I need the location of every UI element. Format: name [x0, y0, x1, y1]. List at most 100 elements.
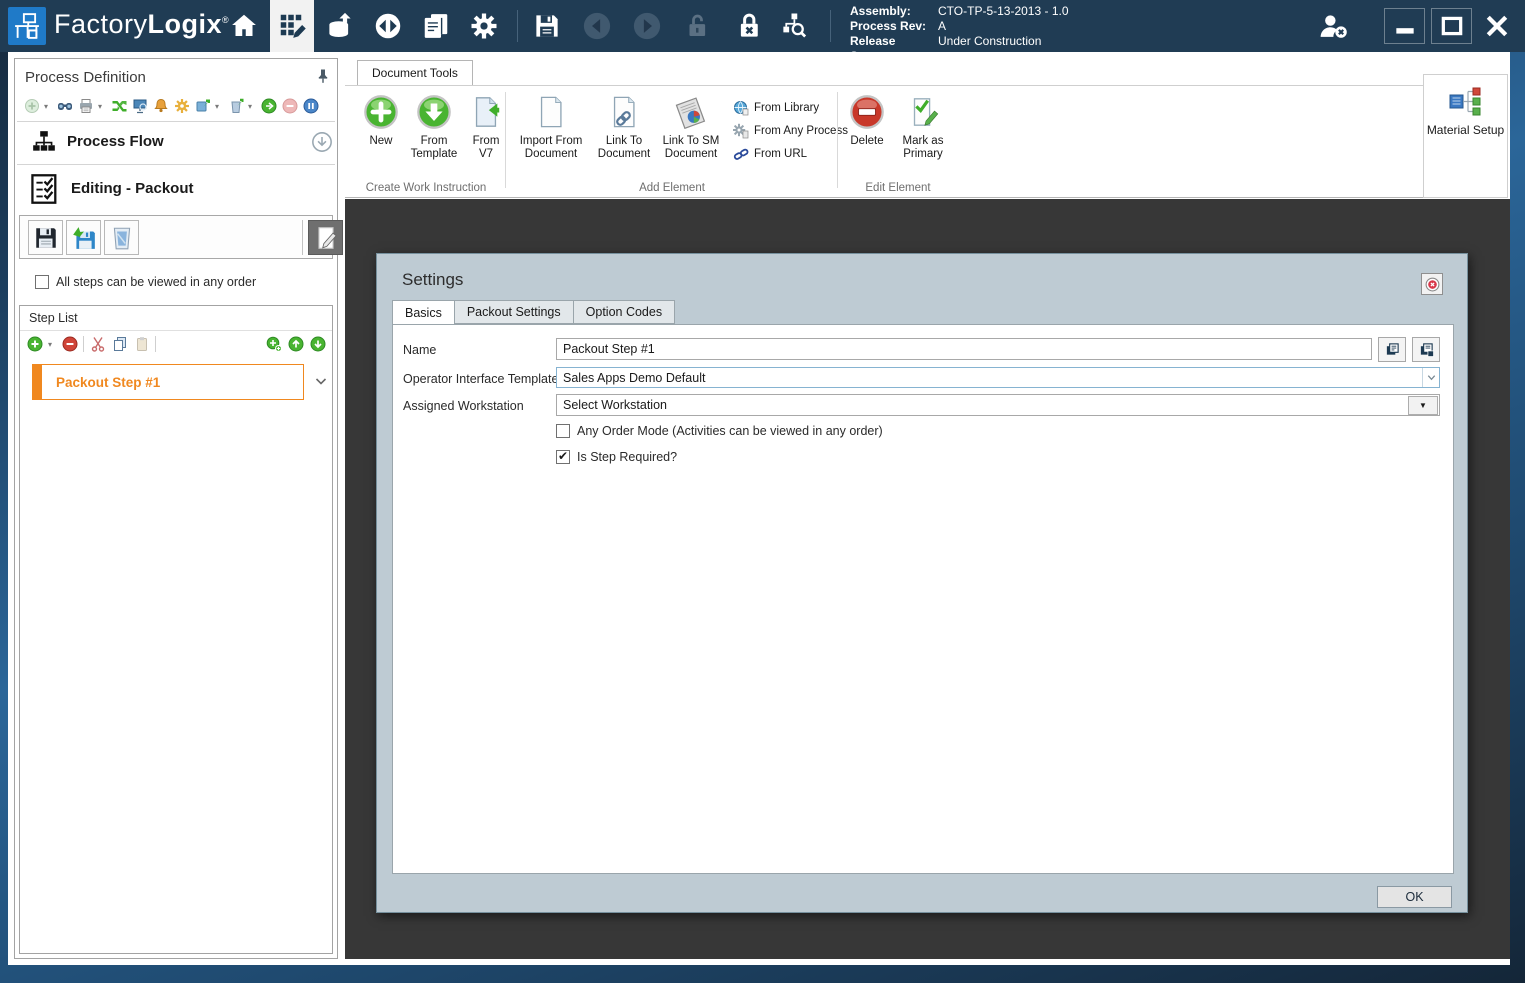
- lock-revision-button[interactable]: [727, 0, 771, 52]
- add-step-caret[interactable]: ▾: [48, 340, 56, 349]
- revert-step-button[interactable]: [66, 220, 101, 255]
- panel-title: Process Definition: [25, 69, 146, 86]
- cut-icon[interactable]: [89, 336, 106, 353]
- edit-group-label: Edit Element: [839, 182, 957, 194]
- move-step-down-icon[interactable]: [309, 336, 326, 353]
- chevron-down-icon[interactable]: [1422, 368, 1439, 387]
- pin-icon[interactable]: [315, 68, 331, 84]
- from-url-button[interactable]: From URL: [733, 146, 807, 162]
- all-steps-any-order-row: All steps can be viewed in any order: [35, 275, 256, 289]
- close-button[interactable]: [1476, 8, 1517, 44]
- process-flow-icon: [31, 129, 57, 155]
- material-setup-icon: [1448, 83, 1484, 119]
- ribbon-separator: [837, 92, 838, 188]
- tab-option-codes[interactable]: Option Codes: [573, 300, 675, 324]
- delete-step-button[interactable]: [104, 220, 139, 255]
- save-button[interactable]: [525, 0, 569, 52]
- documents-button[interactable]: [414, 0, 458, 52]
- find-icon[interactable]: [56, 98, 73, 115]
- stop-icon[interactable]: [281, 98, 298, 115]
- step-item-box[interactable]: Packout Step #1: [41, 364, 304, 400]
- process-definition-panel: Process Definition ▾ ▾ ▾ ▾: [14, 58, 338, 959]
- paste-icon[interactable]: [133, 336, 150, 353]
- process-editor-button[interactable]: [270, 0, 314, 52]
- workstation-label: Assigned Workstation: [403, 399, 524, 413]
- save-name-button[interactable]: [1412, 337, 1440, 362]
- material-setup-button[interactable]: Material Setup: [1423, 74, 1508, 198]
- step-expand-chevron-icon[interactable]: [314, 374, 328, 388]
- logout-user-button[interactable]: [1312, 0, 1356, 52]
- copy-name-button[interactable]: [1378, 337, 1406, 362]
- from-any-process-button[interactable]: From Any Process: [733, 123, 848, 139]
- resume-icon[interactable]: [260, 98, 277, 115]
- editing-header-row: Editing - Packout: [21, 169, 333, 211]
- lock-x-icon: [734, 11, 764, 41]
- new-work-instruction-button[interactable]: New: [359, 92, 403, 148]
- print-caret[interactable]: ▾: [98, 102, 106, 111]
- assembly-value: CTO-TP-5-13-2013 - 1.0: [938, 4, 1069, 19]
- process-flow-row[interactable]: Process Flow: [21, 125, 333, 161]
- gear-options-icon[interactable]: [173, 98, 190, 115]
- user-x-icon: [1317, 11, 1351, 41]
- recycle-caret[interactable]: ▾: [248, 102, 256, 111]
- data-archive-button[interactable]: [318, 0, 362, 52]
- forward-button[interactable]: [625, 0, 669, 52]
- step-list-item[interactable]: Packout Step #1: [32, 364, 322, 400]
- add-step-icon[interactable]: [26, 336, 43, 353]
- unlock-button[interactable]: [675, 0, 719, 52]
- any-order-mode-checkbox[interactable]: [556, 424, 570, 438]
- mark-as-primary-button[interactable]: Mark as Primary: [893, 92, 953, 161]
- template-select[interactable]: Sales Apps Demo Default: [556, 367, 1440, 388]
- is-step-required-checkbox[interactable]: [556, 450, 570, 464]
- process-rev-label: Process Rev:: [850, 19, 938, 34]
- add-process-caret[interactable]: ▾: [44, 102, 52, 111]
- save-step-button[interactable]: [28, 220, 63, 255]
- name-input[interactable]: [556, 338, 1372, 360]
- link-to-sm-document-button[interactable]: Link To SM Document: [659, 92, 723, 161]
- home-button[interactable]: [222, 0, 266, 52]
- tab-document-tools[interactable]: Document Tools: [357, 60, 473, 85]
- export-caret[interactable]: ▾: [215, 102, 223, 111]
- ok-button[interactable]: OK: [1377, 886, 1452, 908]
- sync-button[interactable]: [366, 0, 410, 52]
- is-step-required-label: Is Step Required?: [577, 450, 677, 464]
- floppy-revert-icon: [71, 225, 97, 251]
- import-from-document-button[interactable]: Import From Document: [513, 92, 589, 161]
- export-icon[interactable]: [194, 98, 211, 115]
- link-to-document-button[interactable]: Link To Document: [593, 92, 655, 161]
- insert-child-step-icon[interactable]: [265, 336, 282, 353]
- process-definition-toolbar: ▾ ▾ ▾ ▾: [19, 93, 333, 119]
- forward-icon: [632, 11, 662, 41]
- minimize-button[interactable]: [1384, 8, 1425, 44]
- move-step-up-icon[interactable]: [287, 336, 304, 353]
- tab-basics[interactable]: Basics: [392, 300, 454, 325]
- from-template-button[interactable]: From Template: [407, 92, 461, 161]
- alert-icon[interactable]: [152, 98, 169, 115]
- create-group-label: Create Work Instruction: [353, 182, 499, 194]
- workstation-dropdown-button[interactable]: ▼: [1408, 396, 1438, 415]
- from-library-button[interactable]: From Library: [733, 100, 819, 116]
- add-process-icon[interactable]: [23, 98, 40, 115]
- recycle-icon[interactable]: [227, 98, 244, 115]
- process-search-button[interactable]: [772, 0, 816, 52]
- workstation-combo[interactable]: Select Workstation ▼: [556, 394, 1440, 416]
- maximize-button[interactable]: [1431, 8, 1472, 44]
- all-steps-any-order-checkbox[interactable]: [35, 275, 49, 289]
- preview-icon[interactable]: [131, 98, 148, 115]
- remove-step-icon[interactable]: [61, 336, 78, 353]
- copy-icon[interactable]: [111, 336, 128, 353]
- mark-primary-icon: [906, 92, 940, 132]
- merge-icon[interactable]: [110, 98, 127, 115]
- delete-element-button[interactable]: Delete: [845, 92, 889, 148]
- settings-button[interactable]: [462, 0, 506, 52]
- edit-work-instruction-button[interactable]: [308, 220, 343, 255]
- from-v7-button[interactable]: From V7: [465, 92, 507, 161]
- tab-packout-settings[interactable]: Packout Settings: [454, 300, 573, 324]
- dialog-close-button[interactable]: [1421, 273, 1443, 295]
- back-button[interactable]: [575, 0, 619, 52]
- pause-icon[interactable]: [302, 98, 319, 115]
- save-icon: [532, 11, 562, 41]
- editing-label: Editing - Packout: [71, 180, 194, 197]
- collapse-arrow-icon[interactable]: [311, 131, 333, 153]
- print-icon[interactable]: [77, 98, 94, 115]
